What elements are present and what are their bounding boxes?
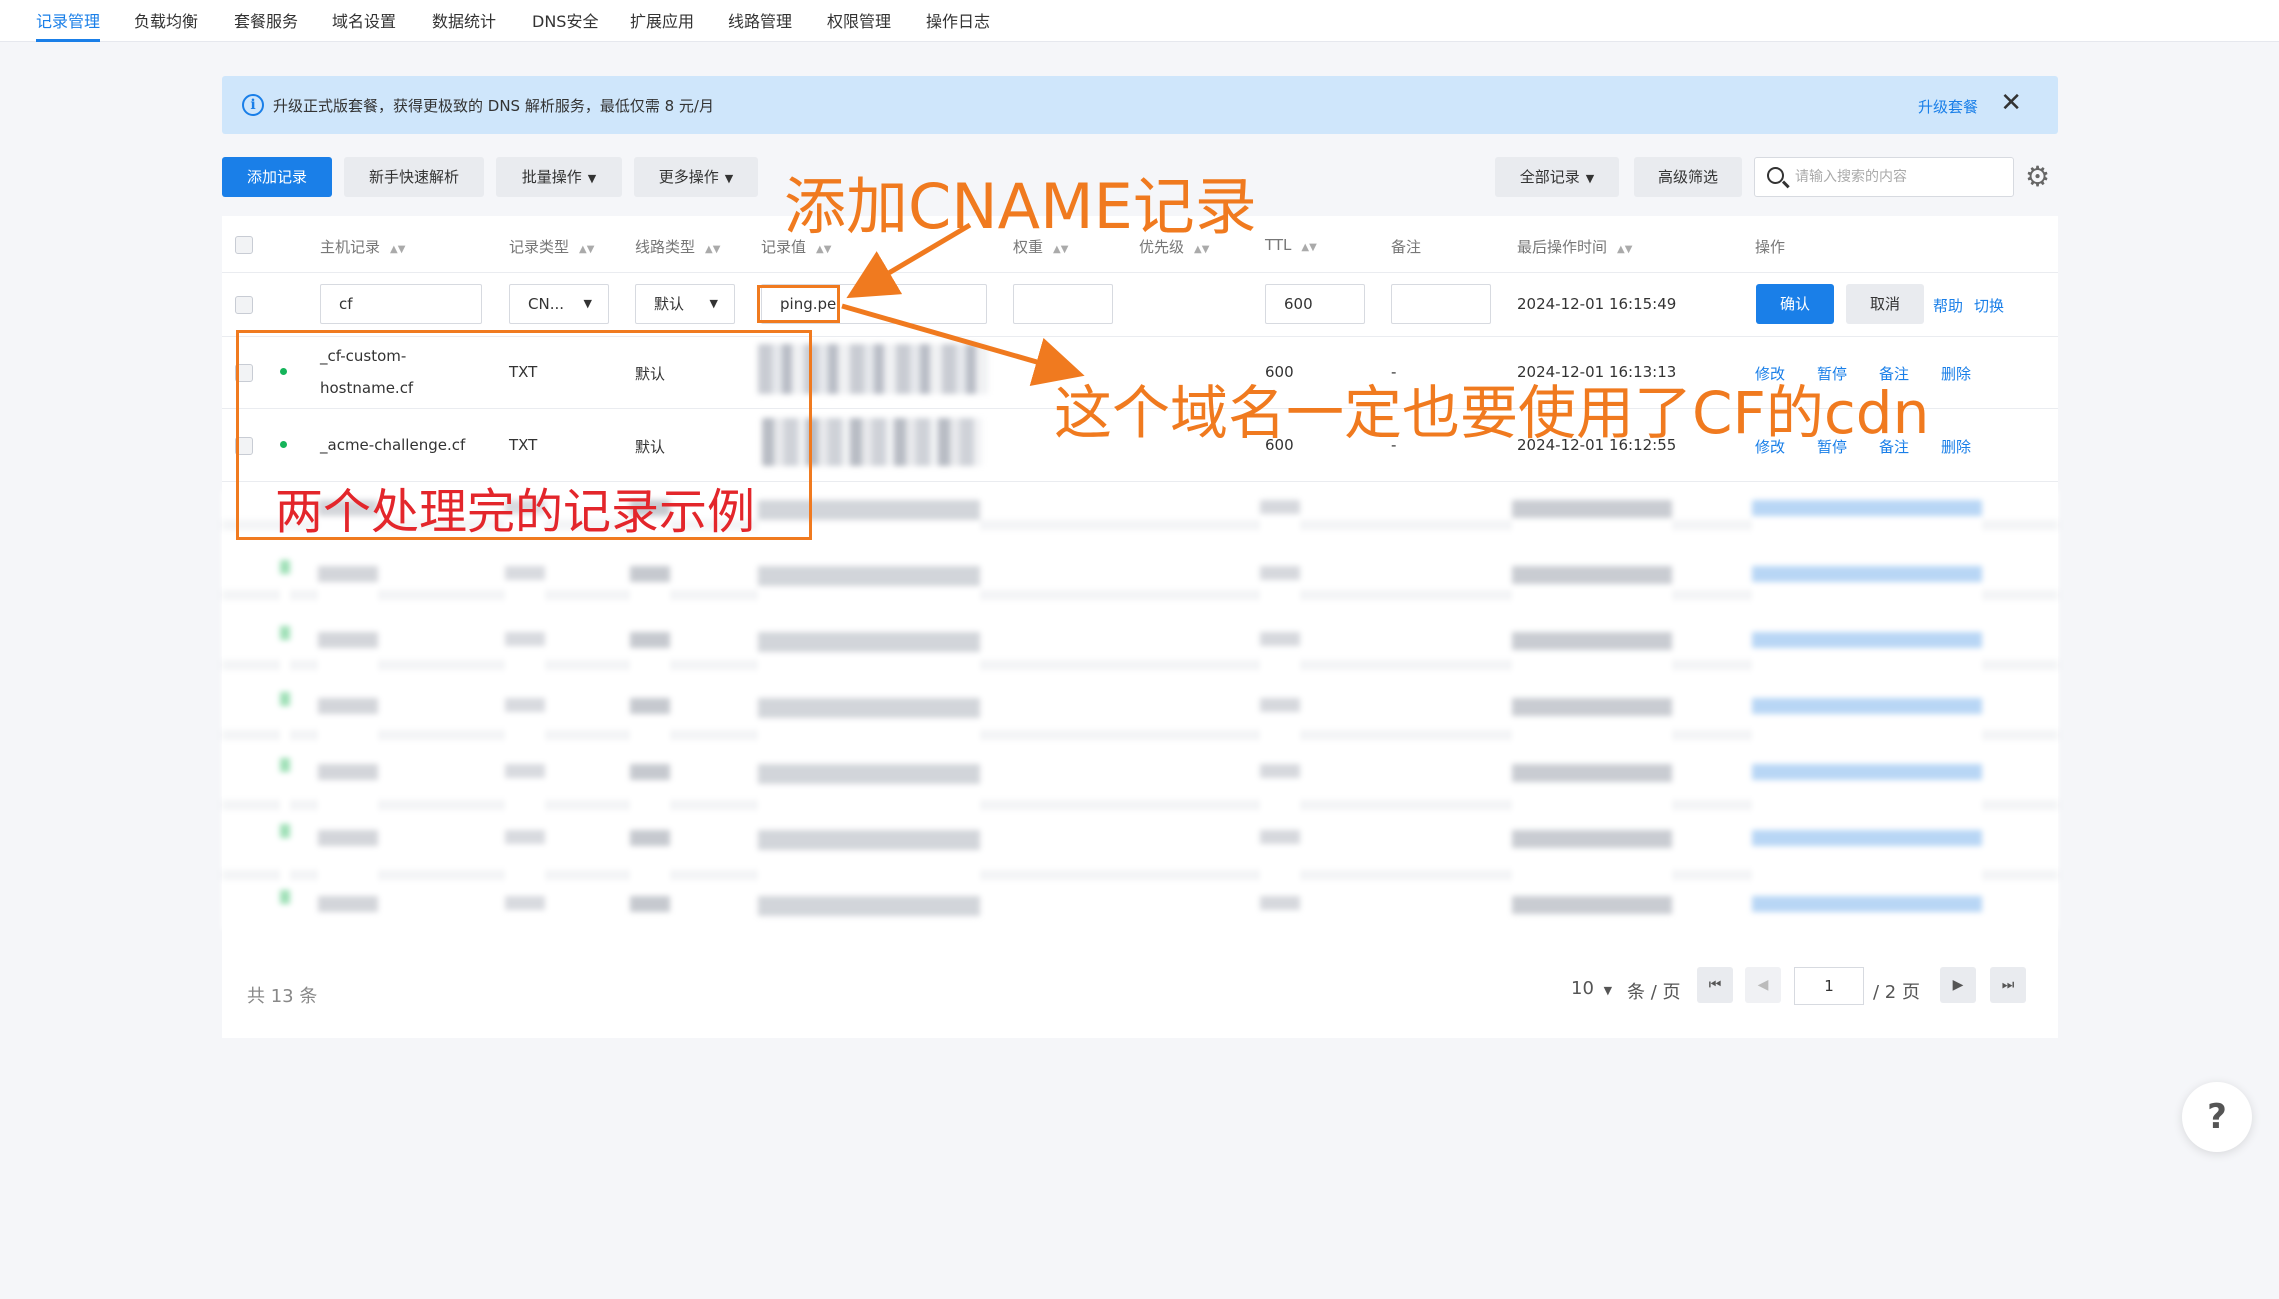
caret-down-icon: ▼ <box>1585 172 1595 185</box>
tab-record-management[interactable]: 记录管理 <box>36 8 101 42</box>
header-line[interactable]: 线路类型 ▲▼ <box>635 236 720 257</box>
all-records-label: 全部记录 <box>1519 168 1580 186</box>
page-number-input[interactable]: 1 <box>1794 967 1864 1005</box>
header-host[interactable]: 主机记录 ▲▼ <box>320 236 405 257</box>
edit-row-time: 2024-12-01 16:15:49 <box>1517 295 1677 313</box>
batch-operation-label: 批量操作 <box>521 168 582 186</box>
remark-input[interactable] <box>1391 284 1491 324</box>
tab-dns-security[interactable]: DNS安全 <box>532 8 598 42</box>
per-page-unit: 条 / 页 <box>1627 982 1681 1003</box>
close-icon[interactable]: ✕ <box>2000 88 2022 118</box>
help-link[interactable]: 帮助 <box>1933 295 1963 316</box>
line-type-value: 默认 <box>654 295 685 313</box>
total-count: 共 13 条 <box>247 986 318 1007</box>
total-pages: / 2 页 <box>1873 982 1920 1003</box>
tab-plan-service[interactable]: 套餐服务 <box>234 8 298 42</box>
delete-link[interactable]: 删除 <box>1941 363 1971 384</box>
tab-load-balancing[interactable]: 负载均衡 <box>134 8 198 42</box>
banner-message: 升级正式版套餐，获得更极致的 DNS 解析服务，最低仅需 8 元/月 <box>273 97 714 115</box>
record-type-select[interactable]: CN... ▼ <box>509 284 609 324</box>
header-last-operation[interactable]: 最后操作时间 ▲▼ <box>1517 236 1632 257</box>
more-operations-label: 更多操作 <box>658 168 719 186</box>
upgrade-banner: i 升级正式版套餐，获得更极致的 DNS 解析服务，最低仅需 8 元/月 升级套… <box>222 76 2058 134</box>
caret-down-icon: ▼ <box>583 297 592 310</box>
select-all-checkbox[interactable] <box>235 236 253 254</box>
tab-statistics[interactable]: 数据统计 <box>432 8 496 42</box>
next-page-icon[interactable]: ▶ <box>1940 967 1976 1003</box>
delete-link[interactable]: 删除 <box>1941 436 1971 457</box>
header-action: 操作 <box>1755 238 1786 256</box>
first-page-icon[interactable]: ⏮ <box>1697 967 1733 1003</box>
caret-down-icon: ▼ <box>587 172 597 185</box>
tab-line-management[interactable]: 线路管理 <box>728 8 792 42</box>
tab-operation-log[interactable]: 操作日志 <box>926 8 990 42</box>
annotation-domain-cdn: 这个域名一定也要使用了CF的cdn <box>1054 379 1930 447</box>
help-button[interactable]: ? <box>2182 1082 2252 1152</box>
caret-down-icon: ▼ <box>1603 984 1613 997</box>
advanced-filter-button[interactable]: 高级筛选 <box>1634 157 1742 197</box>
last-page-icon[interactable]: ⏭ <box>1990 967 2026 1003</box>
tab-permission-management[interactable]: 权限管理 <box>827 8 891 42</box>
caret-down-icon: ▼ <box>724 172 734 185</box>
ttl-input[interactable]: 600 <box>1265 284 1365 324</box>
tab-extensions[interactable]: 扩展应用 <box>630 8 694 42</box>
header-remark: 备注 <box>1391 238 1422 256</box>
row-checkbox[interactable] <box>235 296 253 314</box>
per-page-select[interactable]: 10 ▼ <box>1571 978 1612 999</box>
gear-icon[interactable]: ⚙ <box>2025 157 2050 197</box>
record-type-value: CN... <box>528 295 564 313</box>
batch-operation-button[interactable]: 批量操作 ▼ <box>496 157 622 197</box>
search-icon <box>1767 167 1784 184</box>
prev-page-icon[interactable]: ◀ <box>1745 967 1781 1003</box>
top-nav: 记录管理 负载均衡 套餐服务 域名设置 数据统计 DNS安全 扩展应用 线路管理… <box>0 0 2279 42</box>
caret-down-icon: ▼ <box>709 297 718 310</box>
annotation-value-highlight <box>757 285 840 323</box>
cancel-button[interactable]: 取消 <box>1846 284 1924 324</box>
annotation-two-examples: 两个处理完的记录示例 <box>275 484 756 540</box>
header-type[interactable]: 记录类型 ▲▼ <box>509 236 594 257</box>
switch-link[interactable]: 切换 <box>1974 295 2004 316</box>
weight-input[interactable] <box>1013 284 1113 324</box>
search-box <box>1754 157 2014 197</box>
search-input[interactable] <box>1795 166 2005 188</box>
upgrade-plan-link[interactable]: 升级套餐 <box>1918 96 1978 117</box>
add-record-button[interactable]: 添加记录 <box>222 157 332 197</box>
host-input[interactable]: cf <box>320 284 482 324</box>
divider <box>222 272 2058 273</box>
per-page-value: 10 <box>1571 978 1594 999</box>
tab-domain-settings[interactable]: 域名设置 <box>332 8 396 42</box>
line-type-select[interactable]: 默认 ▼ <box>635 284 735 324</box>
quick-setup-button[interactable]: 新手快速解析 <box>344 157 484 197</box>
header-ttl[interactable]: TTL ▲▼ <box>1265 236 1317 254</box>
annotation-add-cname: 添加CNAME记录 <box>784 170 1257 243</box>
confirm-button[interactable]: 确认 <box>1756 284 1834 324</box>
all-records-dropdown[interactable]: 全部记录 ▼ <box>1495 157 1619 197</box>
more-operations-button[interactable]: 更多操作 ▼ <box>634 157 758 197</box>
info-icon: i <box>242 94 264 116</box>
